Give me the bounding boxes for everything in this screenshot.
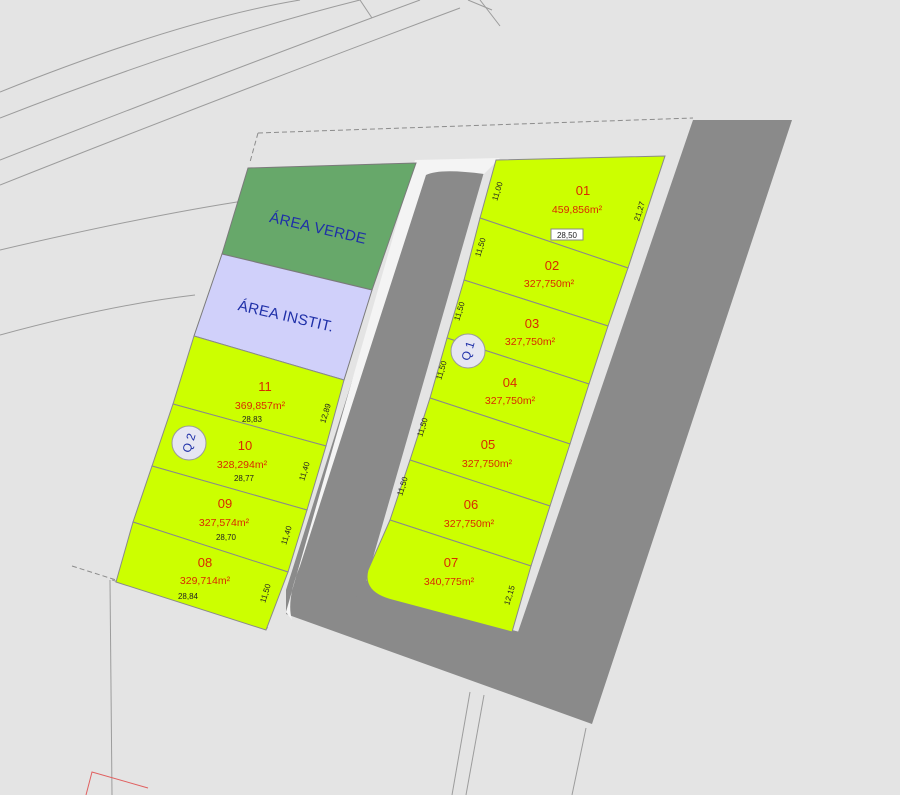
subdivision-plan-map: ÁREA VERDE ÁREA INSTIT. 11 369,857m² 10 … (0, 0, 792, 795)
lot-03-area: 327,750m² (505, 336, 556, 348)
lot-01-area: 459,856m² (552, 204, 603, 216)
lot-08-number: 08 (198, 555, 212, 570)
lot-01-number: 01 (576, 183, 590, 198)
lot-11-number: 11 (258, 379, 272, 394)
lot-04-number: 04 (503, 375, 517, 390)
lot-11-area: 369,857m² (235, 400, 286, 412)
lot-09-area: 327,574m² (199, 517, 250, 529)
dim-w-11: 28,83 (242, 415, 263, 424)
lot-05-area: 327,750m² (462, 458, 513, 470)
lot-07-area: 340,775m² (424, 576, 475, 588)
lot-09-number: 09 (218, 496, 232, 511)
lot-02-area: 327,750m² (524, 278, 575, 290)
dim-w-08: 28,84 (178, 592, 199, 601)
lot-07-number: 07 (444, 555, 458, 570)
dim-w-09: 28,70 (216, 533, 237, 542)
lot-08-area: 329,714m² (180, 575, 231, 587)
dim-q1-width: 28,50 (557, 231, 578, 240)
lot-04-area: 327,750m² (485, 395, 536, 407)
lot-02-number: 02 (545, 258, 559, 273)
lot-05-number: 05 (481, 437, 495, 452)
lot-10-number: 10 (238, 438, 252, 453)
lot-06-number: 06 (464, 497, 478, 512)
dim-w-10: 28,77 (234, 474, 255, 483)
lot-06-area: 327,750m² (444, 518, 495, 530)
lot-03-number: 03 (525, 316, 539, 331)
lot-10-area: 328,294m² (217, 459, 268, 471)
red-boundary-mark (85, 771, 149, 795)
